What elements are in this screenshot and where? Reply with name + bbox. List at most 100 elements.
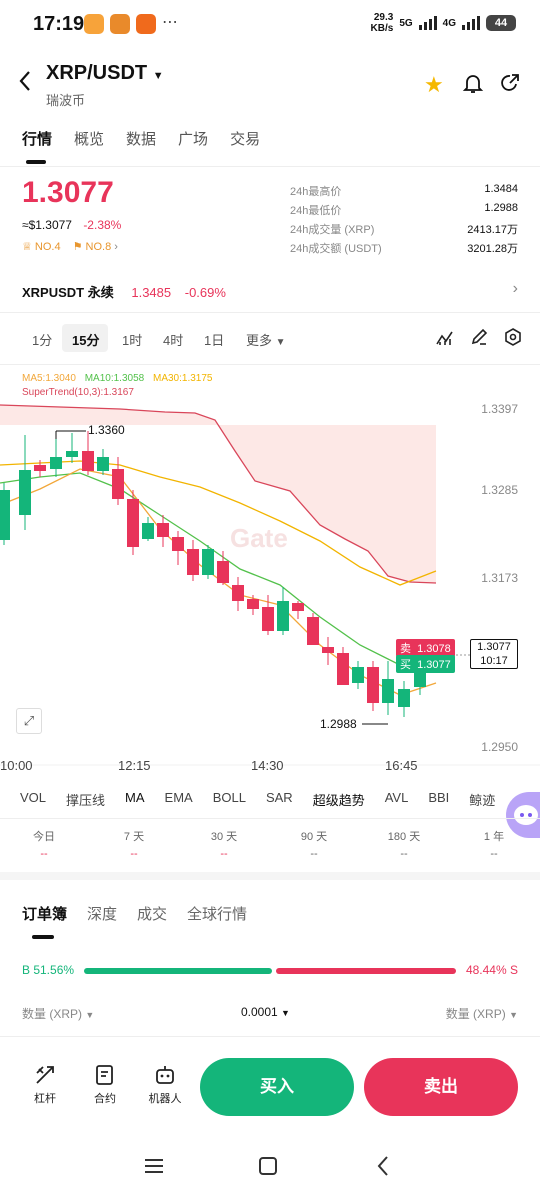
buy-button[interactable]: 买入: [200, 1058, 354, 1116]
ind-avl[interactable]: AVL: [385, 790, 409, 809]
tab-data[interactable]: 数据: [126, 128, 156, 149]
ind-ema[interactable]: EMA: [165, 790, 193, 809]
sell-ratio: 48.44% S: [465, 963, 518, 977]
candle-body: [277, 601, 289, 631]
home-nav-icon[interactable]: [258, 1157, 278, 1180]
kline-chart[interactable]: MA5:1.3040 MA10:1.3058 MA30:1.3175 Super…: [0, 365, 540, 780]
candle-body: [187, 549, 199, 575]
rank-badge-2[interactable]: ⚑ NO.8 ›: [73, 240, 118, 253]
contract-button[interactable]: 合约: [80, 1063, 130, 1106]
candle-body: [82, 451, 94, 471]
tf-1m[interactable]: 1分: [32, 330, 52, 349]
ind-bbi[interactable]: BBI: [428, 790, 449, 809]
ind-ma[interactable]: MA: [125, 790, 145, 809]
back-nav-icon[interactable]: [376, 1156, 390, 1181]
candle-body: [202, 549, 214, 575]
col-amount-right[interactable]: 数量 (XRP) ▼: [446, 1005, 518, 1022]
tab-overview[interactable]: 概览: [74, 128, 104, 149]
candle-body: [307, 617, 319, 645]
ind-boll[interactable]: BOLL: [213, 790, 246, 809]
bell-icon[interactable]: [462, 72, 484, 99]
candle-body: [337, 653, 349, 685]
candle-body: [292, 603, 304, 611]
ind-supertrend[interactable]: 超级趋势: [313, 790, 365, 809]
chart-svg: Gate: [0, 404, 540, 766]
fullscreen-icon[interactable]: ⤢: [16, 708, 42, 734]
status-time: 17:19: [33, 13, 85, 35]
x-tick-1: 10:00: [0, 758, 33, 773]
crown-icon: ♕: [22, 241, 35, 253]
tab-trades[interactable]: 成交: [137, 903, 167, 924]
status-bar: 17:19 ⋯ 29.3 KB/s 5G 4G 44: [0, 0, 540, 50]
back-icon[interactable]: [18, 70, 32, 97]
perp-row[interactable]: XRPUSDT 永续 1.3485 -0.69% ›: [22, 280, 522, 301]
draw-pen-icon[interactable]: [470, 328, 488, 351]
caret-down-icon: ▼: [85, 1010, 95, 1020]
ind-vol[interactable]: VOL: [20, 790, 46, 809]
net-speed: 29.3 KB/s: [370, 12, 394, 34]
menu-nav-icon[interactable]: [144, 1158, 164, 1179]
y-tick-5: 1.2950: [481, 740, 518, 754]
bot-button[interactable]: 机器人: [140, 1063, 190, 1106]
candle-body: [112, 469, 124, 499]
weibo-app-icon: [84, 14, 104, 34]
ind-support[interactable]: 撑压线: [66, 790, 105, 809]
candle-body: [157, 523, 169, 537]
signal-icon: [418, 16, 437, 30]
orderbook-tabs: 订单簿 深度 成交 全球行情: [22, 903, 247, 924]
tab-trade[interactable]: 交易: [230, 128, 260, 149]
rank-badge-1[interactable]: ♕ NO.4: [22, 240, 61, 253]
leverage-button[interactable]: 杠杆: [20, 1063, 70, 1106]
perp-price: 1.3485: [131, 285, 172, 300]
col-amount-left[interactable]: 数量 (XRP) ▼: [22, 1005, 94, 1022]
contract-icon: [96, 1065, 113, 1085]
x-tick-2: 12:15: [118, 758, 151, 773]
tf-4h[interactable]: 4时: [163, 330, 183, 349]
candle-body: [142, 523, 154, 539]
chart-settings-icon[interactable]: [504, 328, 522, 351]
favorite-star-icon[interactable]: ★: [424, 72, 444, 98]
candle-body: [262, 607, 274, 631]
divider: [0, 166, 540, 167]
candle-body: [247, 599, 259, 609]
sell-button[interactable]: 卖出: [364, 1058, 518, 1116]
candle-body: [322, 647, 334, 653]
candle-body: [232, 585, 244, 601]
indicator-icon[interactable]: [436, 330, 454, 351]
candle-body: [382, 679, 394, 703]
buy-ratio-bar: [84, 968, 273, 974]
price-change: -2.38%: [83, 218, 122, 232]
candle-body: [50, 457, 62, 469]
candle-body: [367, 667, 379, 703]
battery-icon: 44: [486, 15, 516, 31]
candle-body: [66, 451, 78, 457]
precision-selector[interactable]: 0.0001 ▼: [241, 1005, 290, 1019]
tf-1h[interactable]: 1时: [122, 330, 142, 349]
tab-orderbook[interactable]: 订单簿: [22, 903, 67, 924]
buy-quote: 买 1.3077: [396, 655, 455, 673]
chevron-right-icon: ›: [114, 241, 118, 253]
indicator-bar: VOL 撑压线 MA EMA BOLL SAR 超级趋势 AVL BBI 鲸迹: [20, 790, 495, 809]
tf-15m[interactable]: 15分: [72, 330, 99, 349]
net2-label: 4G: [442, 17, 456, 29]
tab-depth[interactable]: 深度: [87, 903, 117, 924]
pair-selector[interactable]: XRP/USDT ▼: [46, 62, 164, 85]
chevron-right-icon: ›: [512, 280, 518, 297]
period-7d: 7 天 --: [123, 831, 145, 860]
tf-1d[interactable]: 1日: [204, 330, 224, 349]
signal2-icon: [462, 16, 480, 30]
candle-body: [0, 490, 10, 540]
ind-whale[interactable]: 鲸迹: [469, 790, 495, 809]
tab-square[interactable]: 广场: [178, 128, 208, 149]
tab-market[interactable]: 行情: [22, 128, 52, 149]
low-label: 1.2988: [320, 717, 357, 731]
bottom-action-bar: 杠杆 合约 机器人 买入 卖出: [0, 1055, 540, 1125]
x-tick-3: 14:30: [251, 758, 284, 773]
sell-ratio-bar: [276, 968, 456, 974]
mi-app-icon: [136, 14, 156, 34]
tab-global[interactable]: 全球行情: [187, 903, 247, 924]
tf-more[interactable]: 更多 ▼: [246, 330, 286, 349]
ind-sar[interactable]: SAR: [266, 790, 293, 809]
share-icon[interactable]: [499, 72, 521, 99]
stat-volume: 24h成交量 (XRP) 2413.17万: [290, 224, 518, 236]
